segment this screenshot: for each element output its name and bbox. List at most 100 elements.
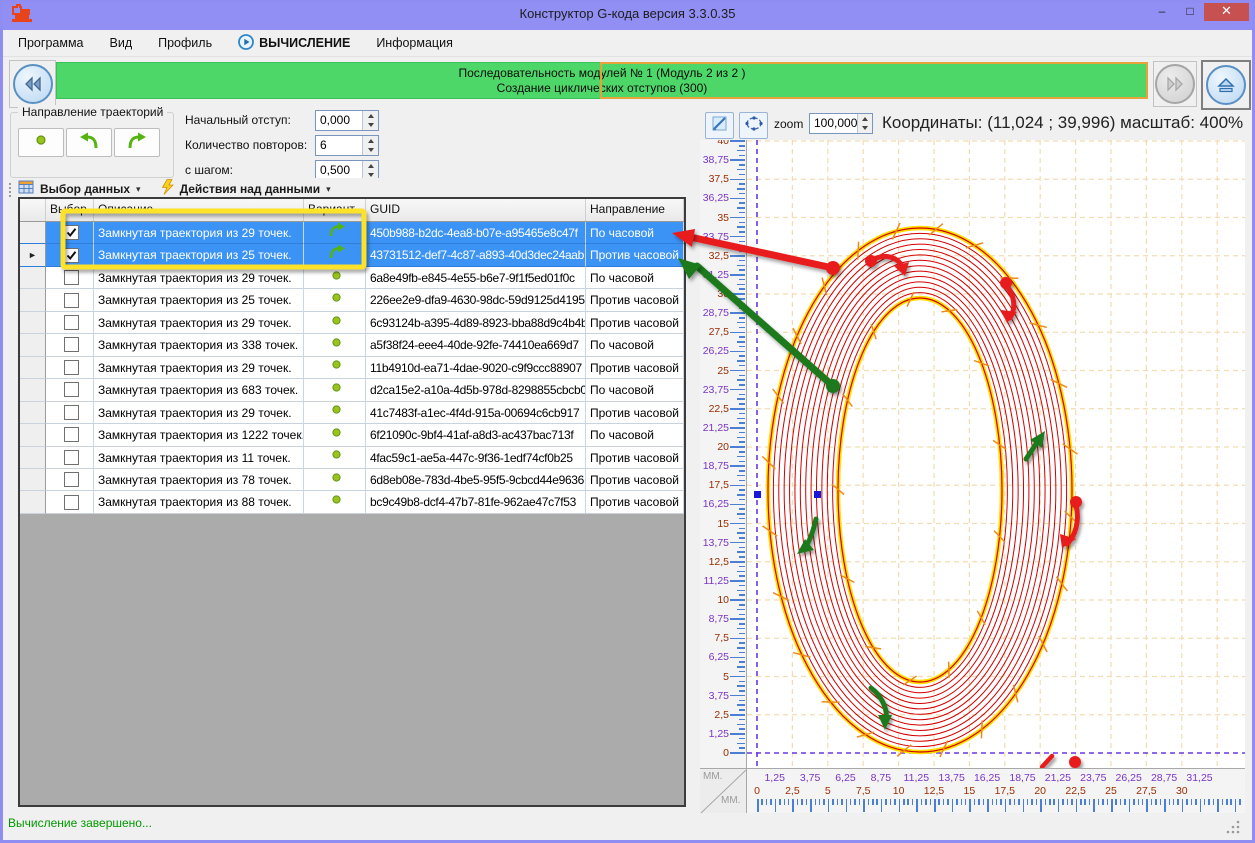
vruler-label: 32,5 xyxy=(709,250,729,262)
row-checkbox[interactable] xyxy=(64,427,79,442)
direction-ccw-button[interactable] xyxy=(66,128,112,157)
menu-item-informacia[interactable]: Информация xyxy=(376,36,453,50)
finish-module-button[interactable] xyxy=(1201,60,1251,110)
row-checkbox[interactable] xyxy=(64,248,79,263)
vruler-label: 17,5 xyxy=(709,479,729,491)
direction-cw-button[interactable] xyxy=(114,128,160,157)
direction-cell: Против часовой xyxy=(586,469,684,491)
point-icon xyxy=(330,424,343,446)
row-checkbox[interactable] xyxy=(64,472,79,487)
table-row[interactable]: Замкнутая траектория из 338 точек.a5f38f… xyxy=(20,334,684,356)
hruler-minor-label: 1,25 xyxy=(764,772,784,784)
table-row[interactable]: Замкнутая траектория из 1222 точек.6f210… xyxy=(20,424,684,446)
row-checkbox[interactable] xyxy=(64,293,79,308)
direction-cell: Против часовой xyxy=(586,447,684,469)
table-row[interactable]: Замкнутая траектория из 683 точек.d2ca15… xyxy=(20,379,684,401)
vruler-label: 38,75 xyxy=(703,154,729,166)
units-label-horizontal: ММ. xyxy=(721,795,740,806)
param-input-0[interactable]: 0,000 xyxy=(315,110,379,131)
description-cell: Замкнутая траектория из 1222 точек. xyxy=(94,424,304,446)
column-header-3[interactable]: GUID xyxy=(366,199,586,221)
guid-cell: 6a8e49fb-e845-4e55-b6e7-9f1f5ed01f0c xyxy=(366,267,586,289)
row-checkbox[interactable] xyxy=(64,225,79,240)
menu-item-vychislenie[interactable]: ВЫЧИСЛЕНИЕ xyxy=(238,34,350,53)
turn-right-icon xyxy=(327,244,347,266)
menu-item-profil[interactable]: Профиль xyxy=(158,36,212,50)
table-row[interactable]: ►Замкнутая траектория из 25 точек.437315… xyxy=(20,244,684,266)
data-actions-dropdown[interactable]: Действия над данными xyxy=(180,182,321,196)
table-row[interactable]: Замкнутая траектория из 29 точек.11b4910… xyxy=(20,357,684,379)
trajectory-direction-title: Направление траекторий xyxy=(18,105,167,119)
variant-cell xyxy=(304,222,366,244)
trajectory-table: ВыборОписаниеВариантGUIDНаправление Замк… xyxy=(18,197,686,807)
table-row[interactable]: Замкнутая траектория из 78 точек.6d8eb08… xyxy=(20,469,684,491)
row-marker-cell xyxy=(20,469,46,491)
column-header-0[interactable]: Выбор xyxy=(46,199,94,221)
variant-cell xyxy=(304,424,366,446)
fit-view-button[interactable] xyxy=(739,112,768,139)
resize-grip[interactable] xyxy=(1226,820,1240,839)
direction-cell: По часовой xyxy=(586,379,684,401)
vruler-label: 21,25 xyxy=(703,422,729,434)
table-row[interactable]: Замкнутая траектория из 29 точек. 6a8e49f… xyxy=(20,267,684,289)
point-icon xyxy=(330,334,343,356)
row-checkbox[interactable] xyxy=(64,270,79,285)
hruler-major-label: 17,5 xyxy=(995,785,1015,797)
vruler-label: 31,25 xyxy=(703,269,729,281)
variant-cell xyxy=(304,402,366,424)
toolbar-grip[interactable] xyxy=(8,182,12,197)
guid-cell: 450b988-b2dc-4ea8-b07e-a95465e8c47f xyxy=(366,222,586,244)
row-checkbox[interactable] xyxy=(64,360,79,375)
zoom-spinner[interactable] xyxy=(857,114,872,133)
column-header-1[interactable]: Описание xyxy=(94,199,304,221)
maximize-button[interactable]: □ xyxy=(1176,1,1204,21)
row-checkbox[interactable] xyxy=(64,450,79,465)
param-spinner-1[interactable] xyxy=(362,136,378,155)
hruler-minor-label: 8,75 xyxy=(871,772,891,784)
direction-cell: По часовой xyxy=(586,424,684,446)
description-cell: Замкнутая траектория из 29 точек. xyxy=(94,267,304,289)
menu-item-vid[interactable]: Вид xyxy=(110,36,133,50)
zoom-input[interactable]: 100,000 xyxy=(809,113,873,134)
minimize-button[interactable]: – xyxy=(1148,1,1176,21)
rewind-icon xyxy=(13,64,53,104)
table-row[interactable]: Замкнутая траектория из 11 точек. 4fac59c… xyxy=(20,447,684,469)
previous-module-button[interactable] xyxy=(9,60,56,108)
table-row[interactable]: Замкнутая траектория из 29 точек.450b988… xyxy=(20,222,684,244)
table-select-icon xyxy=(18,180,34,199)
row-checkbox[interactable] xyxy=(64,495,79,510)
select-data-dropdown[interactable]: Выбор данных xyxy=(40,182,130,196)
param-value-1: 6 xyxy=(316,136,362,155)
table-row[interactable]: Замкнутая траектория из 29 точек.41c7483… xyxy=(20,402,684,424)
selection-handles-icon xyxy=(745,116,763,136)
param-input-1[interactable]: 6 xyxy=(315,135,379,156)
hruler-major-label: 27,5 xyxy=(1136,785,1156,797)
table-row[interactable]: Замкнутая траектория из 29 точек.6c93124… xyxy=(20,312,684,334)
param-spinner-0[interactable] xyxy=(362,111,378,130)
row-checkbox[interactable] xyxy=(64,337,79,352)
column-header-4[interactable]: Направление xyxy=(586,199,684,221)
vruler-label: 20 xyxy=(717,441,729,453)
column-header-2[interactable]: Вариант xyxy=(304,199,366,221)
direction-cell: Против часовой xyxy=(586,357,684,379)
edit-canvas-button[interactable] xyxy=(705,112,734,139)
chevron-down-icon[interactable]: ▾ xyxy=(326,184,331,195)
close-button[interactable]: ✕ xyxy=(1204,1,1249,21)
play-icon xyxy=(238,34,254,53)
vruler-label: 8,75 xyxy=(709,613,729,625)
fast-forward-icon xyxy=(1155,64,1195,104)
menu-item-programma[interactable]: Программа xyxy=(18,36,84,50)
row-checkbox[interactable] xyxy=(64,405,79,420)
chevron-down-icon[interactable]: ▾ xyxy=(136,184,141,195)
drawing-canvas[interactable] xyxy=(747,140,1245,768)
table-row[interactable]: Замкнутая траектория из 25 точек.226ee2e… xyxy=(20,289,684,311)
description-cell: Замкнутая траектория из 11 точек. xyxy=(94,447,304,469)
direction-point-button[interactable] xyxy=(18,128,64,157)
row-checkbox[interactable] xyxy=(64,382,79,397)
variant-cell xyxy=(304,244,366,266)
next-module-button[interactable] xyxy=(1153,61,1197,107)
guid-cell: 4fac59c1-ae5a-447c-9f36-1edf74cf0b25 xyxy=(366,447,586,469)
description-cell: Замкнутая траектория из 338 точек. xyxy=(94,334,304,356)
table-row[interactable]: Замкнутая траектория из 88 точек.bc9c49b… xyxy=(20,491,684,513)
row-checkbox[interactable] xyxy=(64,315,79,330)
